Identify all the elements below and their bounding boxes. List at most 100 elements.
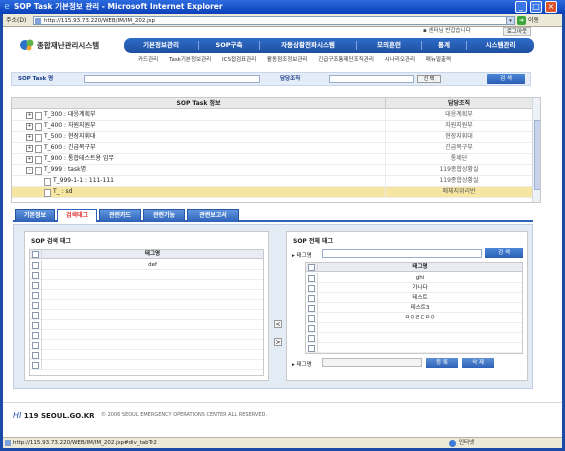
nav-item-sop[interactable]: SOP구축 bbox=[199, 38, 259, 53]
grid-row[interactable]: + T_500 : 현장지휘대 현장지휘대 bbox=[12, 132, 532, 143]
tag-row-checkbox[interactable] bbox=[32, 322, 39, 329]
tag-row[interactable] bbox=[30, 360, 263, 370]
search-button[interactable]: 검 색 bbox=[487, 74, 525, 84]
delete-tag-button[interactable]: 삭 제 bbox=[462, 358, 494, 368]
tag-row[interactable] bbox=[30, 330, 263, 340]
tag-row-checkbox[interactable] bbox=[32, 352, 39, 359]
tag-row-checkbox[interactable] bbox=[308, 345, 315, 352]
tag-row-checkbox[interactable] bbox=[308, 325, 315, 332]
left-select-all-checkbox[interactable] bbox=[32, 251, 39, 258]
tab-related-card[interactable]: 관련카드 bbox=[99, 209, 141, 222]
tree-collapse-icon[interactable]: - bbox=[26, 167, 33, 174]
tag-row[interactable]: ㅁㅇㄹㄷㅁㅇ bbox=[306, 313, 522, 323]
tag-row-checkbox[interactable] bbox=[32, 302, 39, 309]
move-left-button[interactable]: < bbox=[274, 320, 282, 328]
grid-row[interactable]: + T_400 : 자원지원부 자원지원부 bbox=[12, 121, 532, 132]
tag-row-checkbox[interactable] bbox=[308, 335, 315, 342]
tree-expand-icon[interactable]: + bbox=[26, 145, 33, 152]
subnav-card[interactable]: 카드관리 bbox=[138, 57, 158, 63]
subnav-scenario[interactable]: 시나리오관리 bbox=[385, 57, 415, 63]
nav-item-stats[interactable]: 통계 bbox=[422, 38, 466, 53]
nav-item-basic-info[interactable]: 기본정보관리 bbox=[124, 38, 198, 53]
grid-row[interactable]: + T_300 : 대응계획부 대응계획부 bbox=[12, 110, 532, 121]
tag-row-checkbox[interactable] bbox=[308, 275, 315, 282]
task-tree-grid: SOP Task 정보 담당조직 + T_300 : 대응계획부 대응계획부 + T_4… bbox=[11, 97, 541, 203]
grid-row[interactable]: + T_600 : 긴급복구부 긴급복구부 bbox=[12, 143, 532, 154]
right-select-all-checkbox[interactable] bbox=[308, 264, 315, 271]
tag-row[interactable]: 테스트 bbox=[306, 293, 522, 303]
org-input[interactable] bbox=[329, 75, 414, 83]
select-org-button[interactable]: 선 택 bbox=[417, 75, 441, 83]
tab-search-tag[interactable]: 검색태그 bbox=[57, 209, 97, 222]
subnav-manual[interactable]: 매뉴얼출력 bbox=[426, 57, 451, 63]
grid-scroll-thumb[interactable] bbox=[534, 120, 540, 190]
tag-row[interactable] bbox=[30, 290, 263, 300]
tag-row[interactable] bbox=[306, 343, 522, 353]
tag-row-checkbox[interactable] bbox=[32, 272, 39, 279]
subnav-activity[interactable]: 활동점조정보관리 bbox=[267, 57, 307, 63]
nav-item-drill[interactable]: 모의훈련 bbox=[357, 38, 421, 53]
tag-row[interactable] bbox=[30, 340, 263, 350]
address-dropdown-button[interactable]: ▾ bbox=[506, 16, 515, 25]
subnav-ics[interactable]: ICS접검표관리 bbox=[222, 57, 256, 63]
tree-expand-icon[interactable]: + bbox=[26, 156, 33, 163]
tree-expand-icon[interactable]: + bbox=[26, 112, 33, 119]
tree-expand-icon[interactable]: + bbox=[26, 134, 33, 141]
tag-search-input[interactable] bbox=[322, 249, 482, 258]
grid-row[interactable]: T_999-1-1 : 111-111 119종합상황실 bbox=[12, 176, 532, 187]
go-button[interactable]: ➜ 이동 bbox=[517, 15, 543, 26]
tag-row[interactable] bbox=[30, 320, 263, 330]
tag-row[interactable]: ghi bbox=[306, 273, 522, 283]
move-right-button[interactable]: > bbox=[274, 338, 282, 346]
nav-item-system[interactable]: 시스템관리 bbox=[467, 38, 534, 53]
tag-row-checkbox[interactable] bbox=[32, 292, 39, 299]
grid-row[interactable]: T_ : sd 매체지위리반 bbox=[12, 187, 532, 198]
tag-row[interactable]: 테스트3 bbox=[306, 303, 522, 313]
tag-row-checkbox[interactable] bbox=[32, 362, 39, 369]
tag-row[interactable] bbox=[30, 310, 263, 320]
register-tag-button[interactable]: 등 록 bbox=[426, 358, 458, 368]
tag-row-checkbox[interactable] bbox=[308, 315, 315, 322]
subnav-rescue-org[interactable]: 긴급구조통제단조직관리 bbox=[318, 57, 374, 63]
nav-item-auto-propagation[interactable]: 자동상황전파시스템 bbox=[260, 38, 356, 53]
new-tag-input[interactable] bbox=[322, 358, 422, 367]
tag-row[interactable]: 가나다 bbox=[306, 283, 522, 293]
site-logo[interactable]: 종합재난관리시스템 bbox=[19, 37, 119, 53]
grid-cell-org: 긴급복구부 bbox=[445, 144, 473, 151]
minimize-button[interactable]: _ bbox=[515, 1, 527, 13]
grid-cell-org: 자원지원부 bbox=[445, 122, 473, 129]
address-input[interactable]: http://115.93.73.220/WEB/IM/IM_202.jsp bbox=[33, 16, 508, 25]
tag-row[interactable] bbox=[306, 323, 522, 333]
grid-scrollbar[interactable] bbox=[532, 98, 540, 202]
tag-row[interactable] bbox=[30, 350, 263, 360]
document-icon bbox=[35, 123, 42, 131]
tab-related-report[interactable]: 관련보고서 bbox=[187, 209, 239, 222]
tag-row[interactable] bbox=[30, 300, 263, 310]
close-button[interactable]: × bbox=[545, 1, 557, 13]
tag-row[interactable]: def bbox=[30, 260, 263, 270]
task-name-input[interactable] bbox=[84, 75, 260, 83]
tag-row-checkbox[interactable] bbox=[32, 262, 39, 269]
tag-row-checkbox[interactable] bbox=[32, 312, 39, 319]
tree-expand-icon[interactable]: + bbox=[26, 123, 33, 130]
tag-row[interactable] bbox=[30, 270, 263, 280]
tag-search-button[interactable]: 검 색 bbox=[485, 248, 523, 258]
tag-name bbox=[318, 323, 522, 333]
grid-row[interactable]: + T_900 : 통합테스트용 임무 통제단 bbox=[12, 154, 532, 165]
tab-related-function[interactable]: 관련기능 bbox=[143, 209, 185, 222]
grid-row[interactable]: - T_999 : task명 119종합상황실 bbox=[12, 165, 532, 176]
tag-row-checkbox[interactable] bbox=[32, 332, 39, 339]
tag-row[interactable] bbox=[30, 280, 263, 290]
logout-button[interactable]: 로그아웃 bbox=[503, 27, 531, 36]
tag-row-checkbox[interactable] bbox=[32, 282, 39, 289]
subnav-task-info[interactable]: Task기본정보관리 bbox=[169, 57, 211, 63]
tag-row-checkbox[interactable] bbox=[308, 295, 315, 302]
tag-row-checkbox[interactable] bbox=[308, 305, 315, 312]
maximize-button[interactable]: □ bbox=[530, 1, 542, 13]
window-titlebar[interactable]: SOP Task 기본정보 관리 - Microsoft Internet Ex… bbox=[0, 0, 565, 14]
tag-name bbox=[42, 310, 263, 320]
tag-row-checkbox[interactable] bbox=[308, 285, 315, 292]
tab-basic-info[interactable]: 기본정보 bbox=[15, 209, 55, 222]
tag-row[interactable] bbox=[306, 333, 522, 343]
tag-row-checkbox[interactable] bbox=[32, 342, 39, 349]
